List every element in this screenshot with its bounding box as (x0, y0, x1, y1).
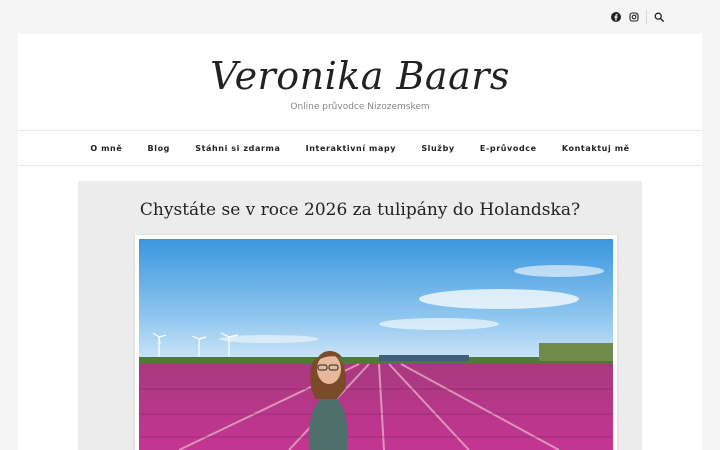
page: Veronika Baars Online průvodce Nizozemsk… (18, 0, 702, 450)
nav-item-kontaktuj-me[interactable]: Kontaktuj mě (562, 144, 630, 153)
site-title[interactable]: Veronika Baars (18, 54, 702, 98)
site-tagline: Online průvodce Nizozemskem (290, 102, 430, 112)
social-icons (609, 10, 666, 24)
facebook-icon[interactable] (609, 10, 623, 24)
tulip-field-photo (139, 239, 613, 450)
instagram-icon[interactable] (627, 10, 641, 24)
divider (646, 10, 647, 24)
nav-item-sluzby[interactable]: Služby (421, 144, 454, 153)
nav-item-stahni-si-zdarma[interactable]: Stáhni si zdarma (195, 144, 280, 153)
post-title[interactable]: Chystáte se v roce 2026 za tulipány do H… (78, 200, 642, 220)
main-navigation: O mně Blog Stáhni si zdarma Interaktivní… (18, 131, 702, 166)
site-header: Veronika Baars Online průvodce Nizozemsk… (18, 34, 702, 131)
top-bar (18, 0, 702, 34)
featured-post: Chystáte se v roce 2026 za tulipány do H… (78, 181, 642, 450)
search-icon[interactable] (652, 10, 666, 24)
nav-item-blog[interactable]: Blog (148, 144, 170, 153)
nav-item-interaktivni-mapy[interactable]: Interaktivní mapy (306, 144, 396, 153)
post-image-frame[interactable] (135, 235, 617, 450)
nav-item-o-mne[interactable]: O mně (90, 144, 122, 153)
nav-item-e-pruvodce[interactable]: E-průvodce (480, 144, 537, 153)
